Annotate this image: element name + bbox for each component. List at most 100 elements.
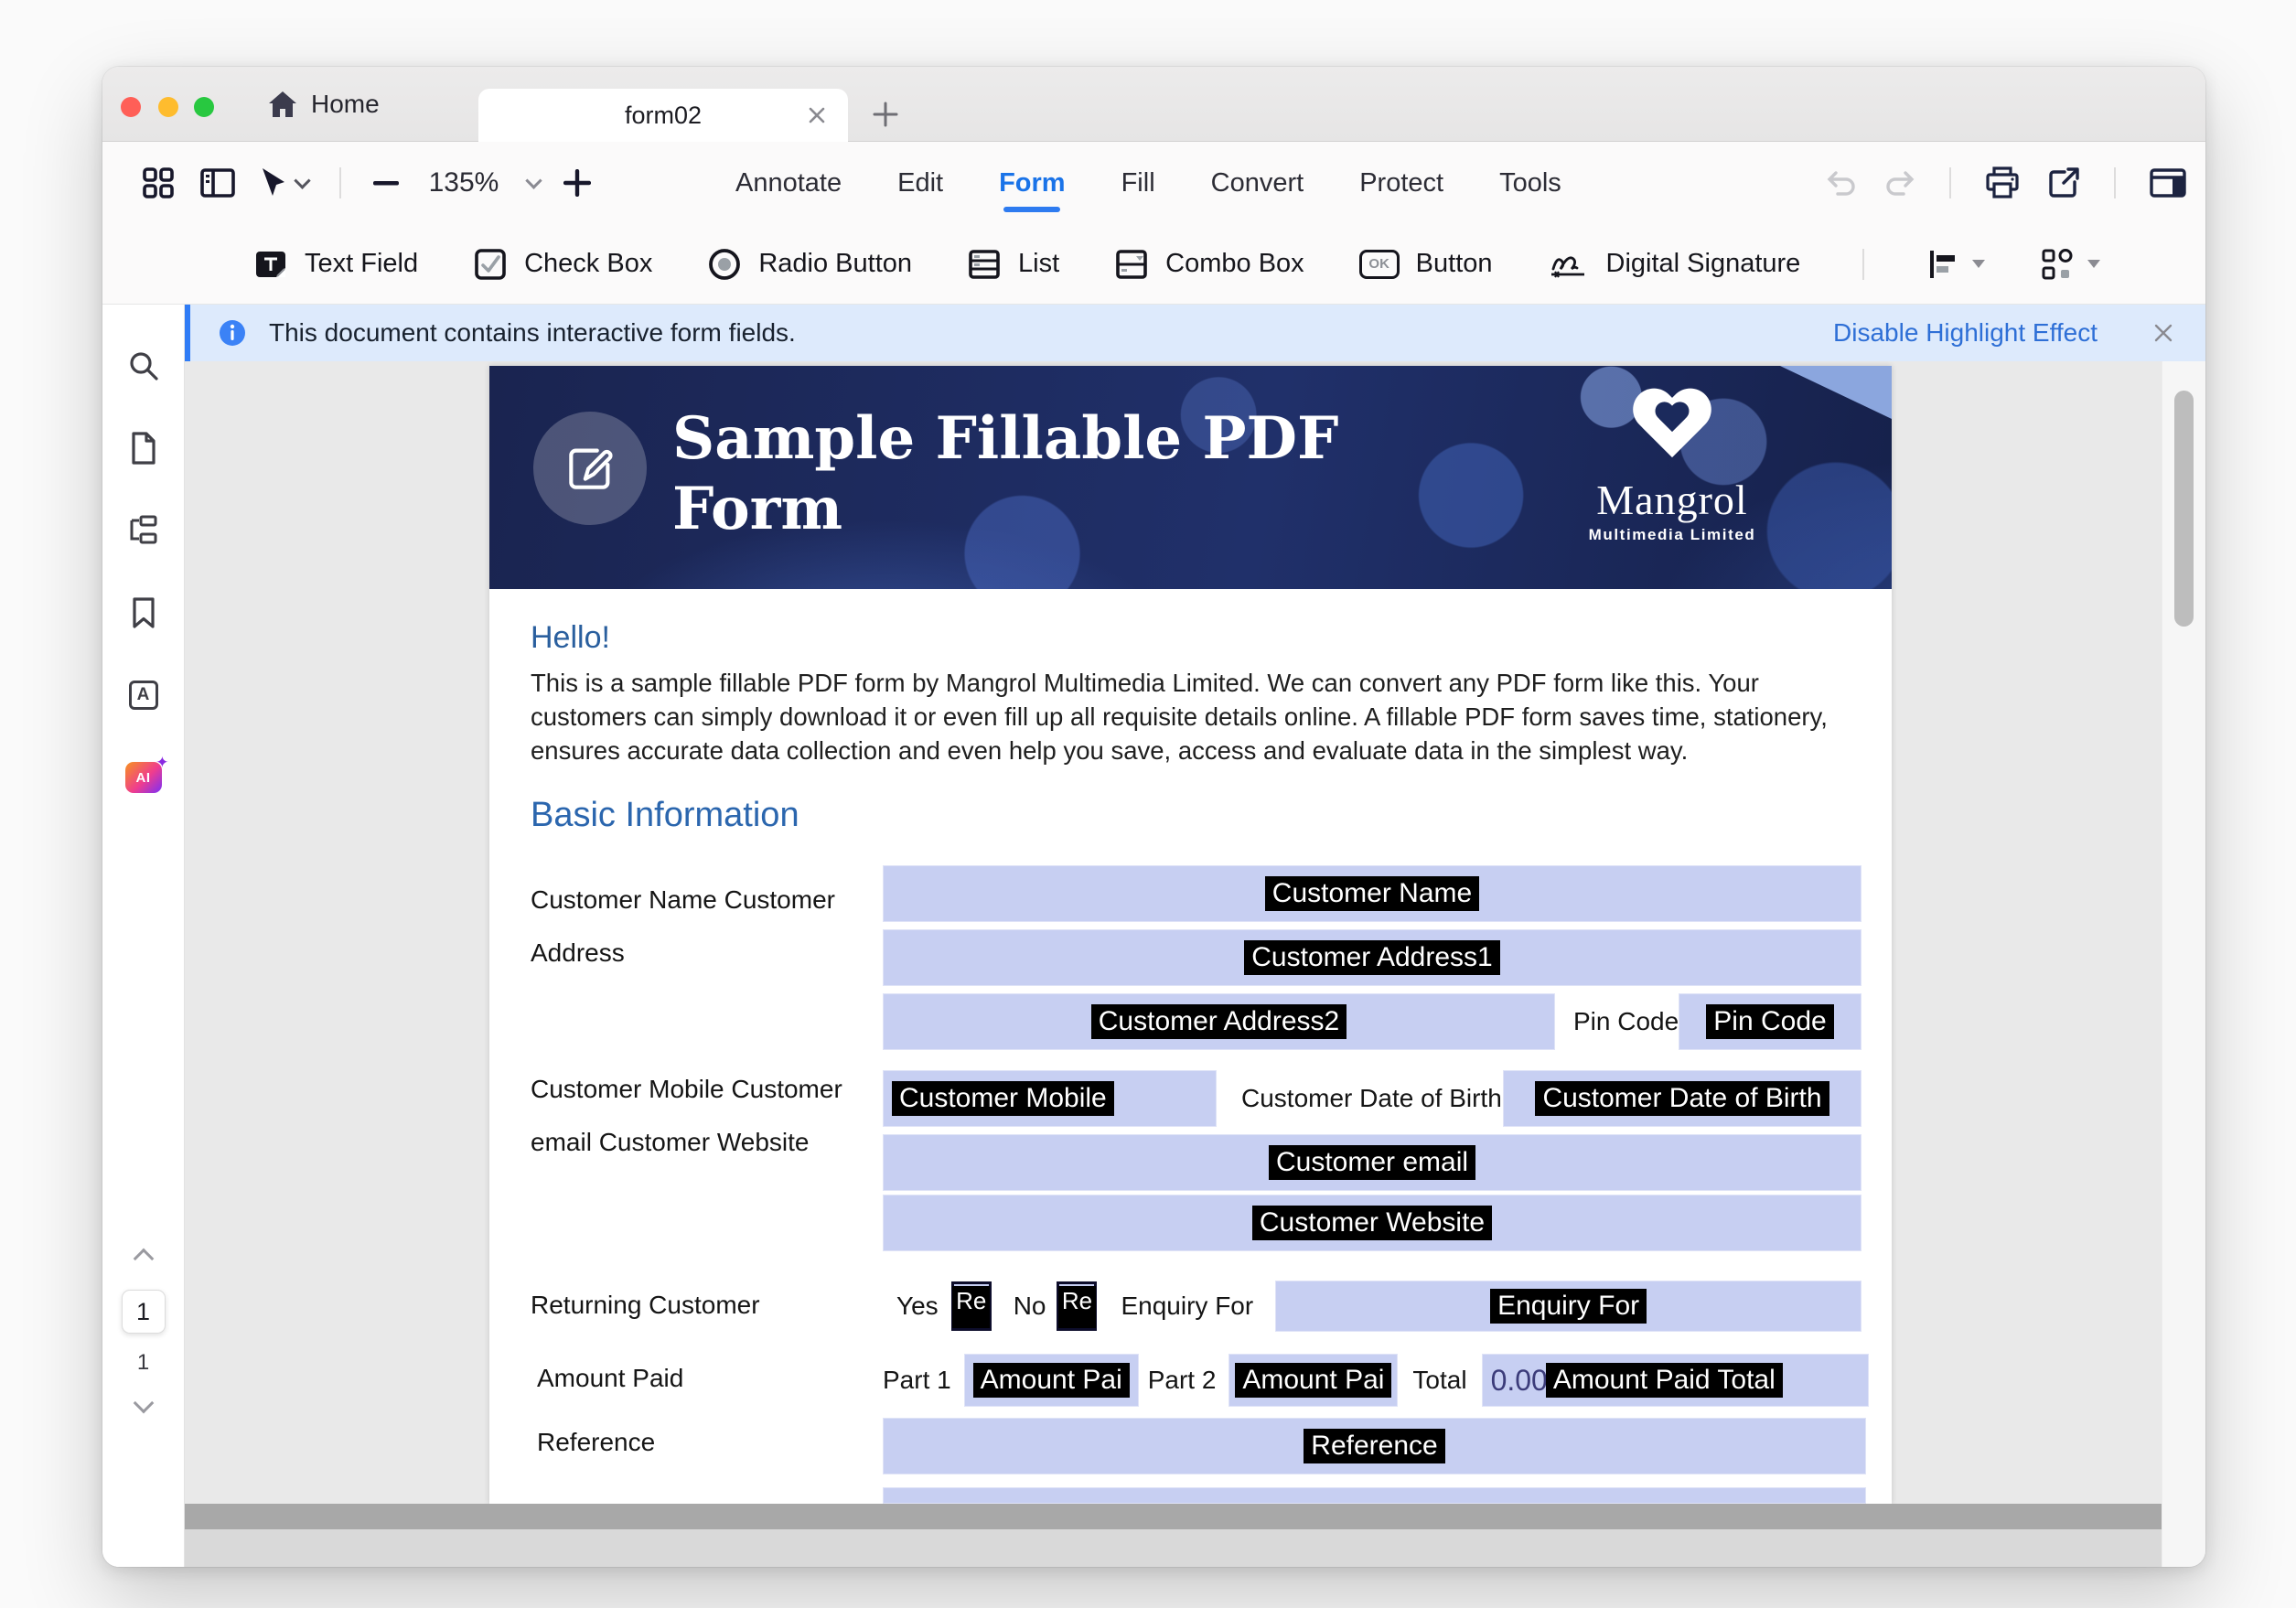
tool-label: Button xyxy=(1416,249,1493,279)
customer-name-label: Customer Name Customer Address xyxy=(531,874,835,980)
align-fields-dropdown[interactable] xyxy=(1926,248,1985,281)
layout-panel-icon[interactable] xyxy=(2149,166,2187,199)
close-notice-icon[interactable] xyxy=(2152,322,2174,344)
tool-label: Check Box xyxy=(524,249,652,279)
vertical-scrollbar[interactable] xyxy=(2162,361,2205,1567)
page-thumbnails-icon[interactable] xyxy=(102,407,184,489)
banner-title: Sample Fillable PDF Form xyxy=(672,404,1386,545)
enquiry-for-label: Enquiry For xyxy=(1121,1292,1253,1321)
tool-radio-button[interactable]: Radio Button xyxy=(707,247,912,282)
page-bottom-shadow xyxy=(185,1504,2205,1529)
tool-label: Text Field xyxy=(305,249,418,279)
menu-bar: Annotate Edit Form Fill Convert Protect … xyxy=(734,142,1563,224)
edit-pencil-icon xyxy=(533,412,647,525)
home-tab-label: Home xyxy=(311,90,380,119)
intro-paragraph: This is a sample fillable PDF form by Ma… xyxy=(531,666,1855,767)
reference-field[interactable]: Reference xyxy=(883,1418,1866,1474)
ai-assistant-icon[interactable]: AI✦ xyxy=(102,736,184,819)
menu-tools[interactable]: Tools xyxy=(1497,163,1563,204)
cutoff-field[interactable] xyxy=(883,1487,1866,1504)
print-icon[interactable] xyxy=(1984,166,2021,200)
pin-code-field[interactable]: Pin Code xyxy=(1679,993,1861,1050)
yes-checkbox[interactable]: Re xyxy=(951,1281,992,1331)
close-tab-icon[interactable] xyxy=(806,104,828,126)
pin-code-label: Pin Code xyxy=(1573,995,1679,1048)
menu-protect[interactable]: Protect xyxy=(1357,163,1445,204)
tool-list[interactable]: List xyxy=(967,247,1059,282)
tool-text-field[interactable]: Text Field xyxy=(253,247,418,282)
tool-button[interactable]: OK Button xyxy=(1359,249,1493,279)
customer-mobile-field[interactable]: Customer Mobile xyxy=(883,1070,1217,1127)
page-navigation: 1 1 xyxy=(102,1251,184,1410)
tab-document[interactable]: form02 xyxy=(478,89,848,142)
tool-check-box[interactable]: Check Box xyxy=(473,247,652,282)
chevron-down-icon xyxy=(1972,260,1985,268)
tab-home[interactable]: Home xyxy=(267,67,380,142)
customer-address2-field[interactable]: Customer Address2 xyxy=(883,993,1555,1050)
customer-name-field[interactable]: Customer Name xyxy=(883,865,1861,922)
dob-field[interactable]: Customer Date of Birth xyxy=(1503,1070,1861,1127)
menu-edit[interactable]: Edit xyxy=(896,163,945,204)
bookmark-icon[interactable] xyxy=(102,572,184,654)
amount-total-field[interactable]: 0.00 Amount Paid Total xyxy=(1482,1354,1869,1407)
maximize-window-button[interactable] xyxy=(194,97,214,117)
returning-customer-row: Yes Re No Re Enquiry For Enquiry For xyxy=(896,1281,1861,1332)
no-checkbox[interactable]: Re xyxy=(1057,1281,1097,1331)
app-window: Home form02 xyxy=(102,67,2205,1567)
viewport-bottom-area xyxy=(185,1529,2205,1567)
zoom-in-button[interactable] xyxy=(563,169,591,197)
titlebar: Home form02 xyxy=(102,67,2205,142)
zoom-dropdown-icon[interactable] xyxy=(525,172,542,188)
disable-highlight-link[interactable]: Disable Highlight Effect xyxy=(1833,318,2098,348)
notice-message: This document contains interactive form … xyxy=(269,318,796,348)
customer-email-field[interactable]: Customer email xyxy=(883,1134,1861,1191)
side-panel-icon[interactable] xyxy=(199,167,236,198)
menu-form[interactable]: Form xyxy=(997,163,1068,204)
search-icon[interactable] xyxy=(102,325,184,407)
customer-website-field[interactable]: Customer Website xyxy=(883,1195,1861,1251)
close-window-button[interactable] xyxy=(121,97,141,117)
part1-label: Part 1 xyxy=(883,1366,951,1395)
zoom-out-button[interactable] xyxy=(372,179,400,187)
dob-label: Customer Date of Birth xyxy=(1241,1072,1502,1125)
amount-paid-label: Amount Paid xyxy=(537,1352,683,1405)
amount-part1-field[interactable]: Amount Pai xyxy=(964,1354,1139,1407)
menu-fill[interactable]: Fill xyxy=(1120,163,1157,204)
amount-paid-row: Part 1 Amount Pai Part 2 Amount Pai Tota… xyxy=(883,1354,1869,1407)
current-page-input[interactable]: 1 xyxy=(122,1290,166,1334)
undo-icon[interactable] xyxy=(1825,168,1858,198)
next-page-icon[interactable] xyxy=(133,1393,154,1414)
active-menu-underline xyxy=(1003,207,1060,212)
zoom-level[interactable]: 135% xyxy=(424,167,504,198)
redo-icon[interactable] xyxy=(1883,168,1916,198)
enquiry-for-field[interactable]: Enquiry For xyxy=(1275,1281,1861,1332)
document-viewport[interactable]: Sample Fillable PDF Form Mangrol Multime… xyxy=(185,361,2205,1567)
combo-box-icon xyxy=(1114,247,1149,282)
menu-convert[interactable]: Convert xyxy=(1209,163,1306,204)
chevron-down-icon xyxy=(294,172,310,188)
customer-address1-field[interactable]: Customer Address1 xyxy=(883,929,1861,986)
home-icon xyxy=(267,90,298,119)
tool-combo-box[interactable]: Combo Box xyxy=(1114,247,1304,282)
total-label: Total xyxy=(1412,1366,1466,1395)
outline-icon[interactable] xyxy=(102,489,184,572)
select-tool-button[interactable] xyxy=(260,167,308,198)
tool-label: Combo Box xyxy=(1165,249,1304,279)
new-tab-button[interactable] xyxy=(869,98,902,131)
distribute-icon xyxy=(2040,247,2075,282)
minimize-window-button[interactable] xyxy=(158,97,178,117)
text-annotation-icon[interactable]: A xyxy=(102,654,184,736)
share-export-icon[interactable] xyxy=(2046,166,2081,200)
amount-part2-field[interactable]: Amount Pai xyxy=(1228,1354,1398,1407)
distribute-fields-dropdown[interactable] xyxy=(2040,247,2100,282)
check-box-icon xyxy=(473,247,508,282)
radio-button-icon xyxy=(707,247,742,282)
greeting-heading: Hello! xyxy=(531,620,610,656)
tool-digital-signature[interactable]: Digital Signature xyxy=(1548,247,1801,282)
grid-view-icon[interactable] xyxy=(141,166,176,200)
menu-annotate[interactable]: Annotate xyxy=(734,163,843,204)
text-field-icon xyxy=(253,247,288,282)
form-fields-notice-bar: This document contains interactive form … xyxy=(185,305,2205,361)
previous-page-icon[interactable] xyxy=(133,1249,154,1270)
scrollbar-thumb[interactable] xyxy=(2174,391,2194,627)
